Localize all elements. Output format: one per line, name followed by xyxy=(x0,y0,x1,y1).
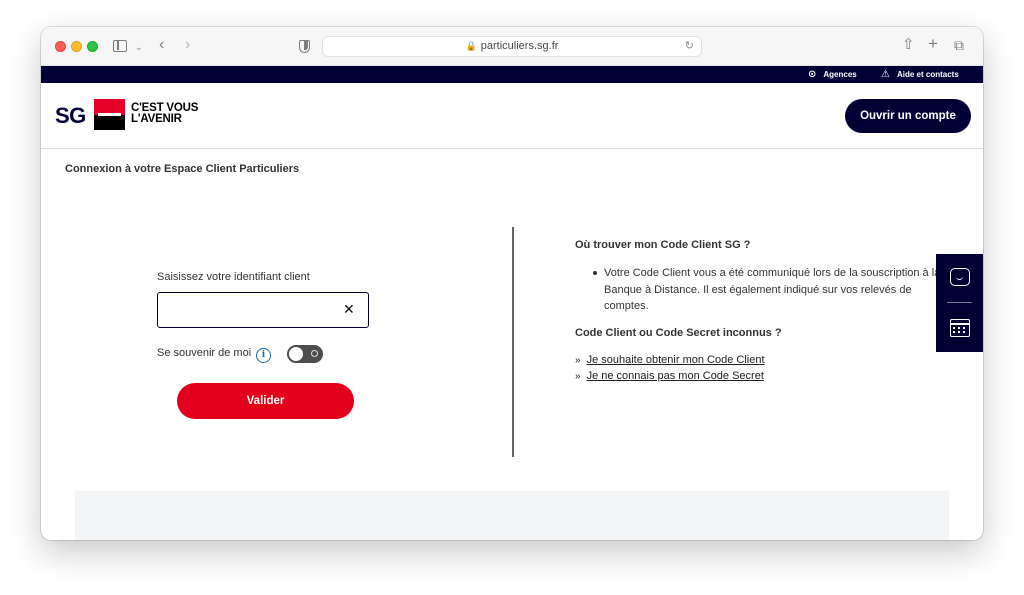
client-id-input[interactable] xyxy=(157,292,369,328)
client-id-label: Saisissez votre identifiant client xyxy=(157,271,310,283)
close-window-button[interactable] xyxy=(55,41,66,52)
agencies-link[interactable]: ⊙ Agences xyxy=(808,66,857,83)
calendar-icon[interactable] xyxy=(950,319,970,337)
get-client-code-label: Je souhaite obtenir mon Code Client xyxy=(586,354,765,366)
chevron-right-icon: » xyxy=(575,371,581,382)
toggle-knob xyxy=(289,347,303,361)
utility-bar: ⊙ Agences ⚠ Aide et contacts xyxy=(41,66,983,83)
forward-icon[interactable]: › xyxy=(185,37,190,53)
floating-side-panel xyxy=(936,254,983,352)
address-bar[interactable]: 🔒 particuliers.sg.fr ↻ xyxy=(322,36,702,57)
side-panel-separator xyxy=(947,302,972,303)
help-contacts-link[interactable]: ⚠ Aide et contacts xyxy=(881,66,959,83)
info-icon[interactable]: i xyxy=(256,348,271,363)
chevron-down-icon[interactable]: ⌄ xyxy=(135,40,143,54)
open-account-button[interactable]: Ouvrir un compte xyxy=(845,99,971,133)
chat-icon[interactable] xyxy=(950,268,970,286)
close-icon[interactable]: ✕ xyxy=(343,301,355,317)
forgot-secret-code-link[interactable]: » Je ne connais pas mon Code Secret xyxy=(575,370,764,382)
help-title: Où trouver mon Code Client SG ? xyxy=(575,239,751,251)
tagline-line2: L'AVENIR xyxy=(131,113,182,125)
toggle-off-icon xyxy=(311,350,318,357)
page-title: Connexion à votre Espace Client Particul… xyxy=(65,163,300,175)
back-icon[interactable]: ‹ xyxy=(159,37,164,53)
browser-toolbar: ⌄ ‹ › 🔒 particuliers.sg.fr ↻ ⇧ + ⧉ xyxy=(41,27,983,66)
url-text: particuliers.sg.fr xyxy=(480,40,559,52)
new-tab-icon[interactable]: + xyxy=(928,35,938,52)
minimize-window-button[interactable] xyxy=(71,41,82,52)
agencies-label: Agences xyxy=(823,70,857,79)
sidebar-icon[interactable] xyxy=(113,40,127,52)
get-client-code-link[interactable]: » Je souhaite obtenir mon Code Client xyxy=(575,354,765,366)
tabs-overview-icon[interactable]: ⧉ xyxy=(954,38,964,52)
bottom-content-panel xyxy=(75,491,949,540)
remember-me-toggle[interactable] xyxy=(287,345,323,363)
vertical-divider xyxy=(512,227,514,457)
forgot-secret-code-label: Je ne connais pas mon Code Secret xyxy=(586,370,764,382)
help-title-secondary: Code Client ou Code Secret inconnus ? xyxy=(575,327,782,339)
submit-button[interactable]: Valider xyxy=(177,383,354,419)
chevron-right-icon: » xyxy=(575,355,581,366)
logo-text[interactable]: SG xyxy=(55,103,86,129)
warning-icon: ⚠ xyxy=(881,69,890,80)
logo-tagline: C'EST VOUS L'AVENIR xyxy=(131,102,198,125)
help-bullet-text: Votre Code Client vous a été communiqué … xyxy=(593,265,944,315)
remember-me-label: Se souvenir de moi xyxy=(157,347,252,359)
location-pin-icon: ⊙ xyxy=(808,69,817,80)
site-header: SG C'EST VOUS L'AVENIR Ouvrir un compte xyxy=(41,83,983,149)
browser-window: ⌄ ‹ › 🔒 particuliers.sg.fr ↻ ⇧ + ⧉ ⊙ Agenc… xyxy=(41,27,983,540)
zoom-window-button[interactable] xyxy=(87,41,98,52)
help-contacts-label: Aide et contacts xyxy=(896,70,959,79)
shield-icon[interactable] xyxy=(299,40,310,53)
reload-icon[interactable]: ↻ xyxy=(685,37,694,56)
logo-icon[interactable] xyxy=(94,99,125,130)
share-icon[interactable]: ⇧ xyxy=(902,37,915,52)
lock-icon: 🔒 xyxy=(465,41,477,51)
